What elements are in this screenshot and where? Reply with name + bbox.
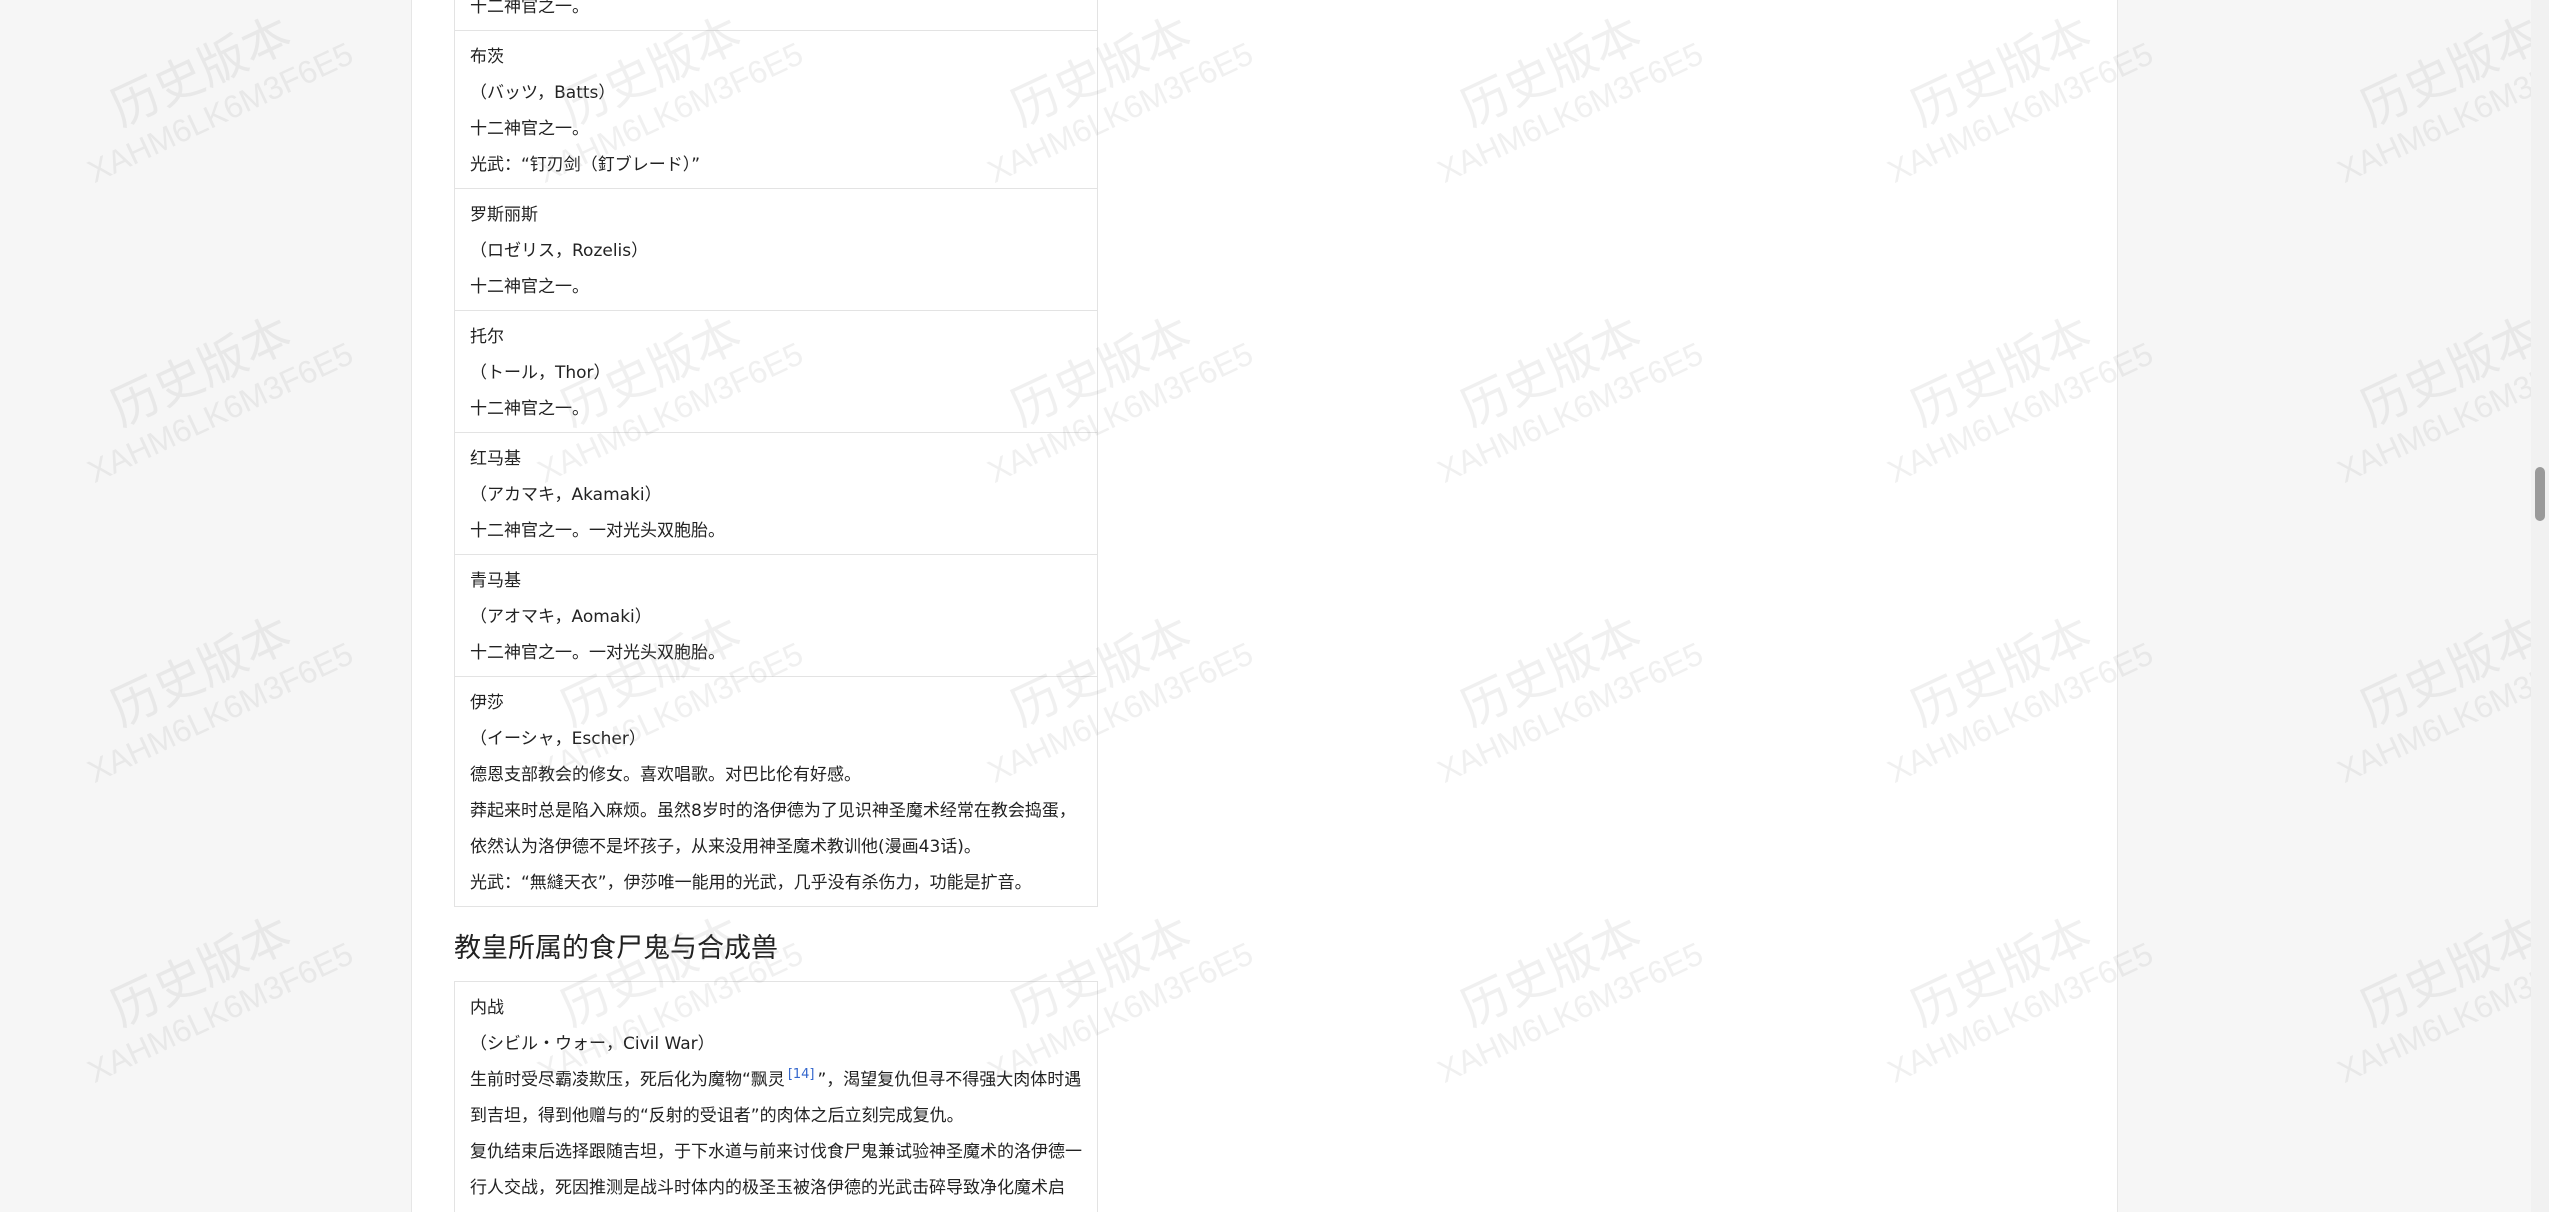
character-name: 罗斯丽斯 xyxy=(470,205,538,225)
entry-text: 光武：“無縫天衣”，伊莎唯一能用的光武，几乎没有杀伤力，功能是扩音。 xyxy=(470,873,1032,893)
character-reading: （バッツ，Batts） xyxy=(470,83,616,103)
character-name: 伊莎 xyxy=(470,693,504,713)
watermark: 历史版本XAHM6LK6M3F6E5 xyxy=(81,7,359,190)
table-row: 罗斯丽斯 （ロゼリス，Rozelis） 十二神官之一。 xyxy=(455,189,1097,311)
section-heading: 教皇所属的食尸鬼与合成兽 xyxy=(454,933,778,964)
character-name: 青马基 xyxy=(470,571,521,591)
character-reading: （イーシャ，Escher） xyxy=(470,729,646,749)
table-row: 青马基 （アオマキ，Aomaki） 十二神官之一。一对光头双胞胎。 xyxy=(455,555,1097,677)
watermark: 历史版本XAHM6LK6M3F6E5 xyxy=(2331,907,2549,1090)
entry-text-part: 生前时受尽霸凌欺压，死后化为魔物“飘灵 xyxy=(470,1070,785,1090)
watermark: 历史版本XAHM6LK6M3F6E5 xyxy=(81,607,359,790)
entry-text: 十二神官之一。 xyxy=(470,0,589,17)
character-table: 十二神官之一。 布茨 （バッツ，Batts） 十二神官之一。 光武：“钉刃剑（釘… xyxy=(454,0,1098,907)
entry-text: 十二神官之一。一对光头双胞胎。 xyxy=(470,643,725,663)
article-page: 十二神官之一。 布茨 （バッツ，Batts） 十二神官之一。 光武：“钉刃剑（釘… xyxy=(411,0,2118,1212)
entry-text: 莽起来时总是陷入麻烦。虽然8岁时的洛伊德为了见识神圣魔术经常在教会捣蛋，依然认为… xyxy=(470,801,1076,857)
scrollbar-thumb[interactable] xyxy=(2535,467,2545,521)
entry-text: 十二神官之一。 xyxy=(470,277,589,297)
table-row: 内战 （シビル・ウォー，Civil War） 生前时受尽霸凌欺压，死后化为魔物“… xyxy=(455,982,1097,1212)
character-reading: （シビル・ウォー，Civil War） xyxy=(470,1034,715,1054)
watermark: 历史版本XAHM6LK6M3F6E5 xyxy=(2331,307,2549,490)
watermark: 历史版本XAHM6LK6M3F6E5 xyxy=(2331,607,2549,790)
table-row: 托尔 （トール，Thor） 十二神官之一。 xyxy=(455,311,1097,433)
character-name: 托尔 xyxy=(470,327,504,347)
character-reading: （トール，Thor） xyxy=(470,363,611,383)
character-name: 红马基 xyxy=(470,449,521,469)
reference-link[interactable]: [14] xyxy=(788,1067,815,1082)
table-row: 红马基 （アカマキ，Akamaki） 十二神官之一。一对光头双胞胎。 xyxy=(455,433,1097,555)
watermark: 历史版本XAHM6LK6M3F6E5 xyxy=(81,907,359,1090)
entry-text: 十二神官之一。 xyxy=(470,119,589,139)
ghoul-table: 内战 （シビル・ウォー，Civil War） 生前时受尽霸凌欺压，死后化为魔物“… xyxy=(454,981,1098,1212)
table-row: 布茨 （バッツ，Batts） 十二神官之一。 光武：“钉刃剑（釘ブレード）” xyxy=(455,31,1097,189)
article-content: 十二神官之一。 布茨 （バッツ，Batts） 十二神官之一。 光武：“钉刃剑（釘… xyxy=(454,0,1114,1212)
entry-text: 复仇结束后选择跟随吉坦，于下水道与前来讨伐食尸鬼兼试验神圣魔术的洛伊德一行人交战… xyxy=(470,1142,1082,1198)
entry-text: 光武：“钉刃剑（釘ブレード）” xyxy=(470,155,701,175)
entry-text: 十二神官之一。 xyxy=(470,399,589,419)
page-scrollbar[interactable] xyxy=(2531,0,2549,1212)
table-row: 十二神官之一。 xyxy=(455,0,1097,31)
character-reading: （ロゼリス，Rozelis） xyxy=(470,241,649,261)
entry-text: 德恩支部教会的修女。喜欢唱歌。对巴比伦有好感。 xyxy=(470,765,861,785)
character-name: 布茨 xyxy=(470,47,504,67)
watermark: 历史版本XAHM6LK6M3F6E5 xyxy=(2331,7,2549,190)
entry-text: 生前时受尽霸凌欺压，死后化为魔物“飘灵 [14] ”，渴望复仇但寻不得强大肉体时遇到… xyxy=(470,1062,1082,1134)
table-row: 伊莎 （イーシャ，Escher） 德恩支部教会的修女。喜欢唱歌。对巴比伦有好感。… xyxy=(455,677,1097,906)
entry-text: 十二神官之一。一对光头双胞胎。 xyxy=(470,521,725,541)
watermark: 历史版本XAHM6LK6M3F6E5 xyxy=(81,307,359,490)
character-name: 内战 xyxy=(470,998,504,1018)
character-reading: （アカマキ，Akamaki） xyxy=(470,485,662,505)
character-reading: （アオマキ，Aomaki） xyxy=(470,607,652,627)
